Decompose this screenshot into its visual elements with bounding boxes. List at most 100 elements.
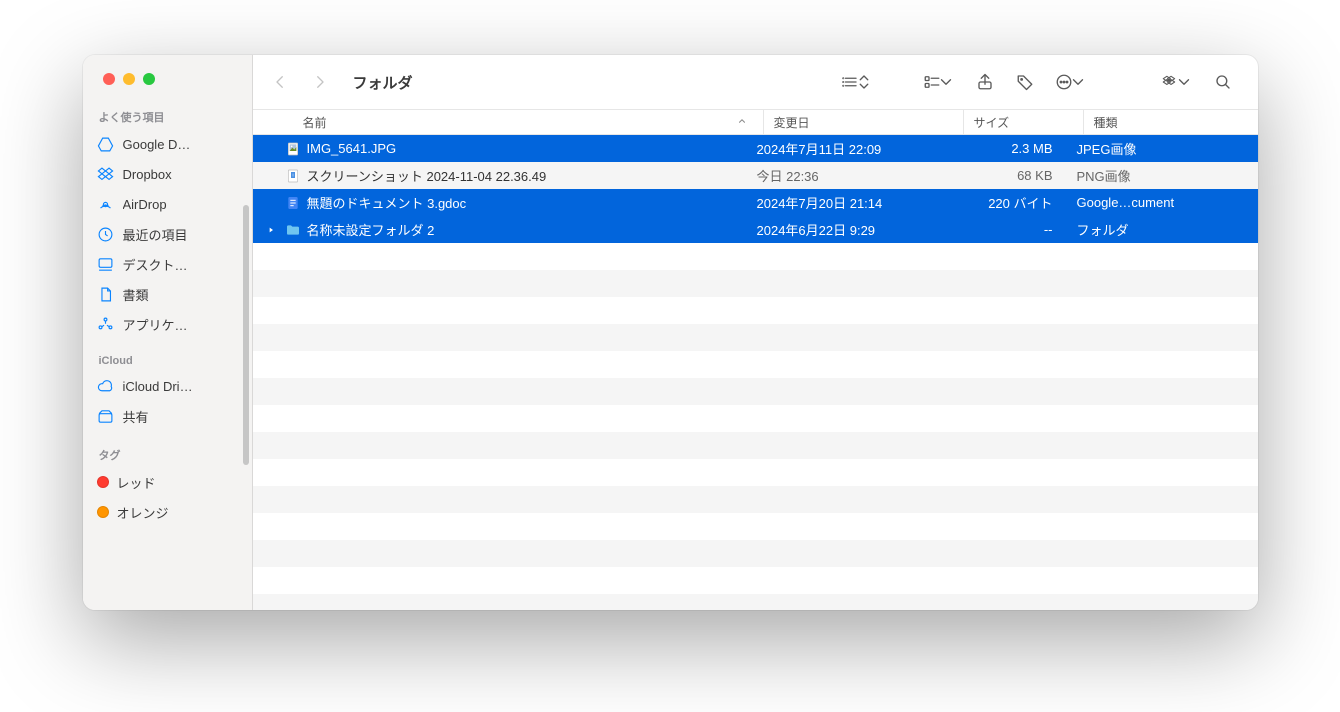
- sidebar-scroll: よく使う項目 Google D… Dropbox AirDrop 最近の項目デスクト… 書…: [83, 85, 252, 610]
- empty-row: [253, 270, 1258, 297]
- sidebar-item[interactable]: 共有: [83, 401, 252, 431]
- file-size: 220 バイト: [947, 193, 1067, 212]
- file-row[interactable]: 無題のドキュメント 3.gdoc 2024年7月20日 21:14 220 バイ…: [253, 189, 1258, 216]
- file-list: IMG_5641.JPG 2024年7月11日 22:09 2.3 MB JPE…: [253, 135, 1258, 610]
- sidebar-item[interactable]: Google D…: [83, 129, 252, 159]
- sidebar-item-label: 書類: [123, 285, 244, 304]
- column-header-name-label: 名前: [303, 114, 327, 131]
- back-button[interactable]: [263, 67, 297, 97]
- chevron-updown-icon: [855, 73, 873, 91]
- share-button[interactable]: [968, 67, 1002, 97]
- gdoc-file-icon: [283, 193, 303, 213]
- column-header-date[interactable]: 変更日: [763, 110, 963, 134]
- jpg-file-icon: [283, 139, 303, 159]
- png-file-icon: i: [283, 166, 303, 186]
- file-name: スクリーンショット 2024-11-04 22.36.49: [307, 166, 547, 185]
- empty-row: [253, 567, 1258, 594]
- sidebar-item-label: レッド: [117, 473, 244, 492]
- file-name: 無題のドキュメント 3.gdoc: [307, 193, 467, 212]
- empty-row: [253, 594, 1258, 610]
- sidebar-item[interactable]: デスクト…: [83, 249, 252, 279]
- shared-icon: [97, 407, 115, 425]
- empty-row: [253, 243, 1258, 270]
- more-actions-button[interactable]: [1048, 67, 1094, 97]
- empty-row: [253, 297, 1258, 324]
- desktop-icon: [97, 255, 115, 273]
- empty-row: [253, 324, 1258, 351]
- file-row[interactable]: 名称未設定フォルダ 2 2024年6月22日 9:29 -- フォルダ: [253, 216, 1258, 243]
- folder-file-icon: [283, 220, 303, 240]
- column-header-kind-label: 種類: [1094, 114, 1118, 131]
- file-kind: PNG画像: [1067, 166, 1258, 185]
- sidebar-item[interactable]: 最近の項目: [83, 219, 252, 249]
- toolbar: フォルダ: [253, 55, 1258, 109]
- tag-color-icon: [97, 476, 109, 488]
- column-header-size[interactable]: サイズ: [963, 110, 1083, 134]
- zoom-window-button[interactable]: [143, 73, 155, 85]
- group-button[interactable]: [916, 67, 962, 97]
- empty-row: [253, 459, 1258, 486]
- tag-color-icon: [97, 506, 109, 518]
- empty-row: [253, 351, 1258, 378]
- column-header-size-label: サイズ: [974, 114, 1010, 131]
- cloud-icon: [97, 377, 115, 395]
- column-header-name[interactable]: 名前: [303, 110, 763, 134]
- sidebar-item-label: デスクト…: [123, 255, 244, 274]
- sidebar: よく使う項目 Google D… Dropbox AirDrop 最近の項目デスクト… 書…: [83, 55, 253, 610]
- chevron-down-icon: [937, 73, 955, 91]
- view-mode-button[interactable]: [834, 67, 880, 97]
- chevron-down-icon: [1069, 73, 1087, 91]
- file-date: 2024年7月11日 22:09: [747, 139, 947, 158]
- file-kind: JPEG画像: [1067, 139, 1258, 158]
- dropbox-icon: [97, 165, 115, 183]
- forward-button[interactable]: [303, 67, 337, 97]
- sidebar-item[interactable]: アプリケ…: [83, 309, 252, 339]
- sidebar-item[interactable]: Dropbox: [83, 159, 252, 189]
- dropbox-toolbar-button[interactable]: [1154, 67, 1200, 97]
- svg-text:i: i: [292, 172, 293, 177]
- clock-icon: [97, 225, 115, 243]
- sidebar-item-label: iCloud Dri…: [123, 379, 244, 394]
- minimize-window-button[interactable]: [123, 73, 135, 85]
- empty-row: [253, 405, 1258, 432]
- sidebar-item[interactable]: iCloud Dri…: [83, 371, 252, 401]
- empty-row: [253, 486, 1258, 513]
- finder-window: よく使う項目 Google D… Dropbox AirDrop 最近の項目デスクト… 書…: [83, 55, 1258, 610]
- tags-button[interactable]: [1008, 67, 1042, 97]
- file-kind: フォルダ: [1067, 220, 1258, 239]
- sidebar-item[interactable]: オレンジ: [83, 497, 252, 527]
- chevron-down-icon: [1175, 73, 1193, 91]
- empty-row: [253, 432, 1258, 459]
- empty-row: [253, 513, 1258, 540]
- sidebar-item[interactable]: AirDrop: [83, 189, 252, 219]
- empty-row: [253, 540, 1258, 567]
- window-controls: [83, 55, 252, 85]
- sidebar-item-label: Dropbox: [123, 167, 244, 182]
- sidebar-item[interactable]: 書類: [83, 279, 252, 309]
- sidebar-item-label: オレンジ: [117, 503, 244, 522]
- close-window-button[interactable]: [103, 73, 115, 85]
- apps-icon: [97, 315, 115, 333]
- disclosure-triangle-icon[interactable]: [267, 226, 281, 234]
- sidebar-scrollbar[interactable]: [243, 205, 249, 465]
- sidebar-item-label: Google D…: [123, 137, 244, 152]
- file-row[interactable]: i スクリーンショット 2024-11-04 22.36.49 今日 22:36…: [253, 162, 1258, 189]
- gdrive-icon: [97, 135, 115, 153]
- search-button[interactable]: [1206, 67, 1240, 97]
- file-date: 2024年6月22日 9:29: [747, 220, 947, 239]
- sidebar-section-title: タグ: [83, 441, 252, 467]
- sidebar-section-title: よく使う項目: [83, 103, 252, 129]
- file-kind: Google…cument: [1067, 195, 1258, 210]
- sidebar-item-label: AirDrop: [123, 197, 244, 212]
- window-title: フォルダ: [353, 72, 413, 93]
- file-row[interactable]: IMG_5641.JPG 2024年7月11日 22:09 2.3 MB JPE…: [253, 135, 1258, 162]
- sidebar-item-label: アプリケ…: [123, 315, 244, 334]
- empty-row: [253, 378, 1258, 405]
- column-header-kind[interactable]: 種類: [1083, 110, 1258, 134]
- doc-icon: [97, 285, 115, 303]
- sidebar-item-label: 最近の項目: [123, 225, 244, 244]
- sidebar-item[interactable]: レッド: [83, 467, 252, 497]
- sidebar-section-title: iCloud: [83, 349, 252, 371]
- file-size: --: [947, 222, 1067, 237]
- file-name: IMG_5641.JPG: [307, 141, 397, 156]
